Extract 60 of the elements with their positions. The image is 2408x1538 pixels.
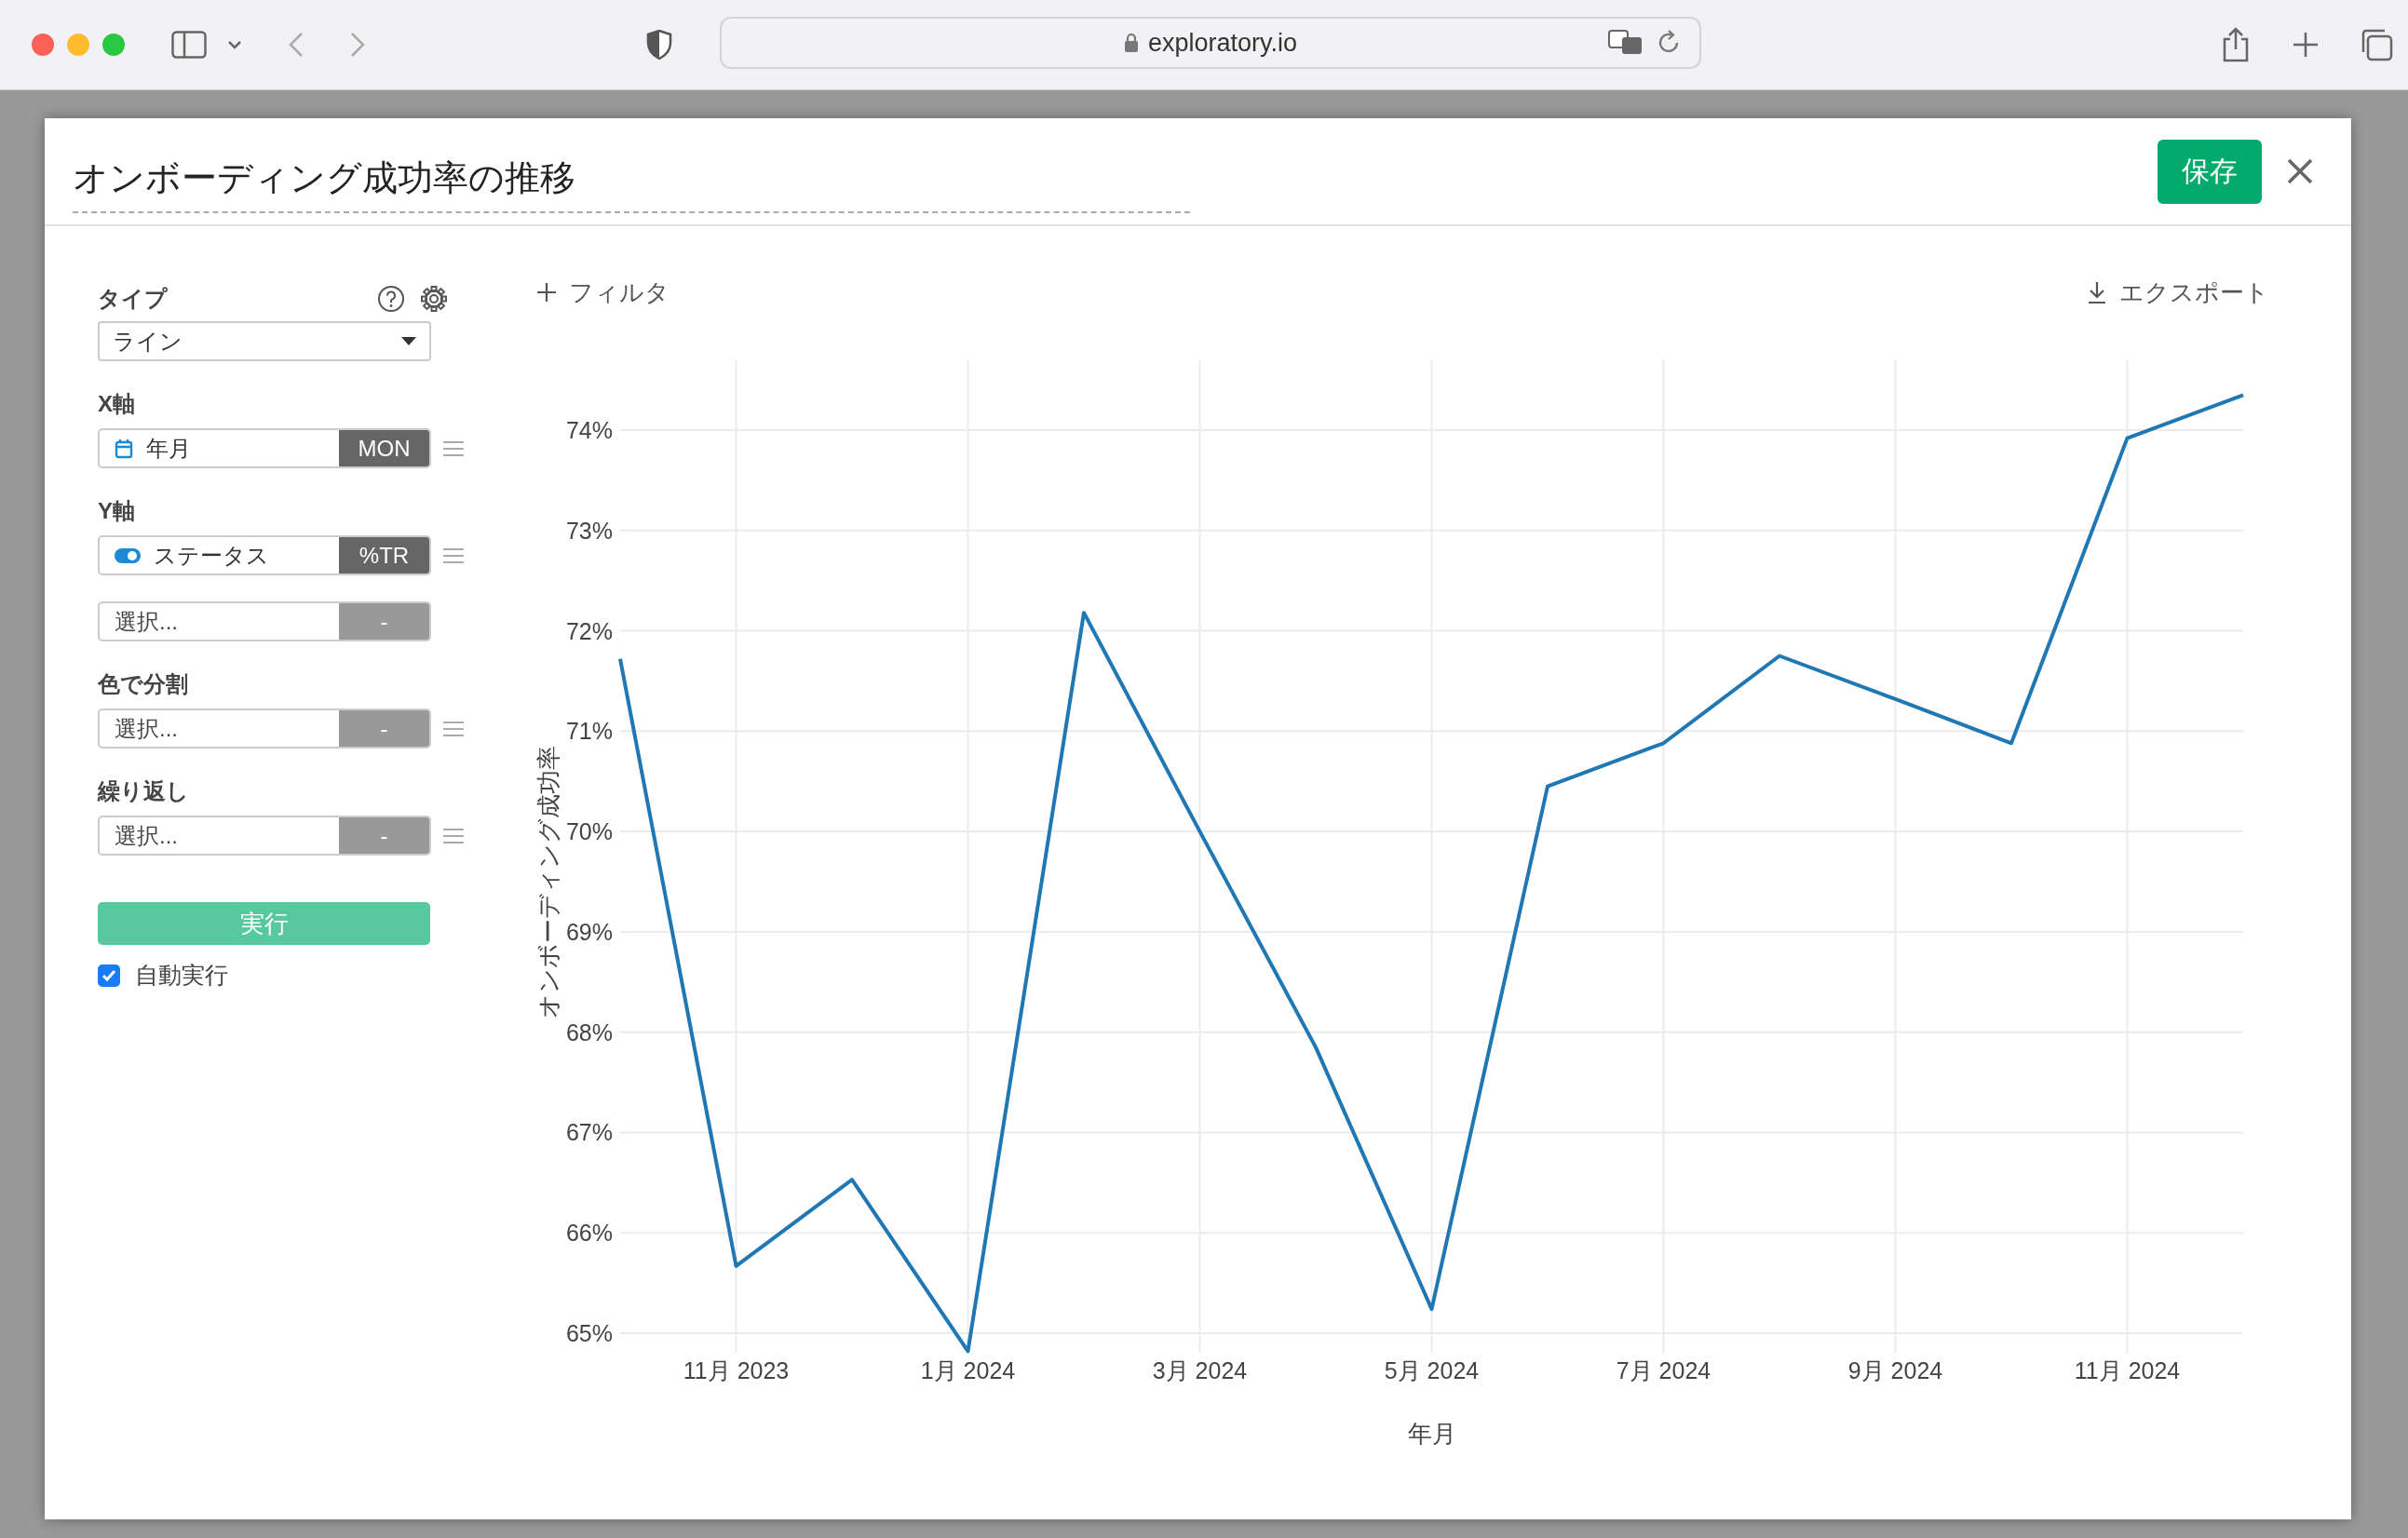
plus-icon — [537, 283, 556, 302]
y-tick-label: 69% — [565, 918, 613, 945]
forward-icon[interactable] — [350, 32, 365, 58]
y-tick-label: 71% — [565, 718, 613, 745]
chevron-down-icon[interactable] — [227, 40, 242, 49]
auto-run-checkbox[interactable] — [98, 964, 120, 987]
export-button[interactable]: エクスポート — [2088, 276, 2269, 309]
field-selector[interactable]: 選択... - — [98, 601, 431, 641]
x-tick-label: 11月 2023 — [683, 1357, 790, 1383]
menu-icon[interactable] — [442, 438, 465, 458]
x-tick-label: 7月 2024 — [1616, 1357, 1711, 1383]
tabs-icon[interactable] — [2360, 28, 2393, 61]
y-tick-label: 70% — [565, 818, 613, 845]
menu-icon[interactable] — [442, 826, 465, 845]
field-selector[interactable]: 選択... - — [98, 708, 431, 749]
x-tick-label: 5月 2024 — [1384, 1357, 1480, 1383]
auto-run-label: 自動実行 — [135, 961, 228, 990]
field-selector[interactable]: 年月 MON — [98, 428, 431, 468]
menu-icon[interactable] — [442, 546, 465, 565]
shield-icon[interactable] — [646, 30, 672, 60]
checkmark-icon — [101, 968, 116, 982]
field-label: 繰り返し — [98, 777, 190, 805]
caret-icon — [401, 337, 416, 345]
chart-type-dropdown[interactable]: ライン — [98, 321, 431, 361]
plus-icon[interactable] — [2293, 32, 2319, 58]
settings-icon[interactable] — [420, 285, 448, 313]
address-bar[interactable]: exploratory.io — [720, 17, 1701, 69]
back-icon[interactable] — [289, 32, 304, 58]
y-tick-label: 68% — [565, 1019, 613, 1046]
y-tick-label: 73% — [565, 517, 613, 544]
x-tick-label: 3月 2024 — [1152, 1357, 1248, 1383]
x-tick-label: 1月 2024 — [920, 1357, 1016, 1383]
y-tick-label: 72% — [565, 617, 613, 644]
field-selector[interactable]: 選択... - — [98, 816, 431, 856]
menu-icon[interactable] — [442, 719, 465, 738]
sidebar-icon[interactable] — [171, 31, 207, 59]
field-label: Y軸 — [98, 497, 136, 525]
toggle-icon — [115, 547, 141, 563]
type-label: タイプ — [98, 285, 168, 313]
field-label: X軸 — [98, 390, 136, 418]
help-icon[interactable] — [377, 285, 405, 313]
lock-icon — [1123, 33, 1139, 53]
close-icon[interactable] — [2286, 157, 2314, 185]
download-icon — [2088, 281, 2106, 304]
field-label: 色で分割 — [98, 670, 189, 698]
x-tick-label: 11月 2024 — [2074, 1357, 2181, 1383]
share-icon[interactable] — [2222, 27, 2250, 62]
field-selector[interactable]: ステータス %TR — [98, 535, 431, 575]
y-tick-label: 66% — [565, 1220, 613, 1247]
y-tick-label: 65% — [565, 1320, 613, 1346]
filter-button[interactable]: フィルタ — [537, 276, 670, 309]
title-field[interactable]: オンボーディング成功率の推移 — [73, 142, 1190, 213]
x-tick-label: 9月 2024 — [1847, 1357, 1943, 1383]
y-tick-label: 67% — [565, 1119, 613, 1146]
y-axis-title: オンボーディング成功率 — [534, 745, 562, 1019]
x-axis-title: 年月 — [1407, 1420, 1456, 1448]
close-window-icon[interactable] — [32, 34, 54, 56]
y-tick-label: 74% — [565, 417, 613, 443]
translate-icon[interactable] — [1608, 30, 1644, 56]
calendar-icon — [115, 438, 133, 459]
